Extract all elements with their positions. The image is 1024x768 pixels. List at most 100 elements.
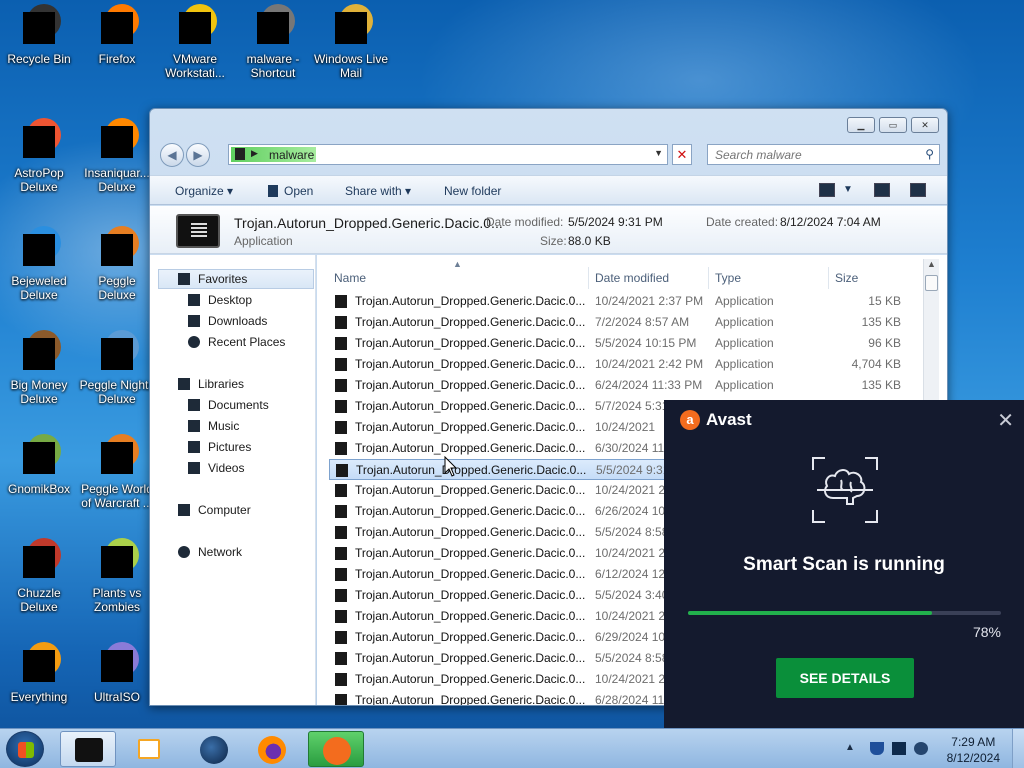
show-desktop-button[interactable] [1012,729,1024,768]
start-button[interactable] [6,731,44,767]
desktop-icon-item[interactable]: Windows Live Mail [312,4,390,80]
game-icon [95,538,139,582]
close-icon[interactable]: ✕ [997,408,1014,433]
application-icon [335,379,347,392]
desktop-icon-item[interactable]: malware - Shortcut [234,4,312,80]
share-with-button[interactable]: Share with ▾ [345,184,411,198]
nav-music[interactable]: Music [188,419,239,433]
file-date: 7/2/2024 8:57 AM [595,315,690,329]
file-date: 6/29/2024 10: [595,630,669,644]
open-button[interactable]: Open [268,184,313,198]
desktop-icon-item[interactable]: Insaniquar... Deluxe [78,118,156,194]
file-date: 10/24/2021 2: [595,483,669,497]
forward-button[interactable]: ▶ [186,143,210,167]
scrollbar-thumb[interactable] [925,275,938,291]
taskbar-avast[interactable] [308,731,364,767]
desktop-icon-item[interactable]: Chuzzle Deluxe [0,538,78,614]
column-divider[interactable] [828,267,829,289]
folder-icon [75,738,103,762]
clock[interactable]: 7:29 AM 8/12/2024 [947,734,1000,766]
file-row[interactable]: Trojan.Autorun_Dropped.Generic.Dacic.0..… [329,291,919,312]
file-row[interactable]: Trojan.Autorun_Dropped.Generic.Dacic.0..… [329,333,919,354]
selected-file-type: Application [234,234,293,248]
file-row[interactable]: Trojan.Autorun_Dropped.Generic.Dacic.0..… [329,354,919,375]
desktop-icon-item[interactable]: AstroPop Deluxe [0,118,78,194]
file-name: Trojan.Autorun_Dropped.Generic.Dacic.0..… [355,357,586,371]
nav-pictures[interactable]: Pictures [188,440,251,454]
nav-recent-places[interactable]: Recent Places [188,335,285,349]
taskbar-media-player[interactable] [122,731,178,767]
back-button[interactable]: ◀ [160,143,184,167]
breadcrumb-arrow-icon[interactable]: ▶ [251,148,258,159]
desktop-icon-item[interactable]: Recycle Bin [0,4,78,66]
shield-icon[interactable] [870,742,884,755]
desktop-icon-item[interactable]: UltraISO [78,642,156,704]
nav-libraries[interactable]: Libraries [178,377,244,391]
see-details-button[interactable]: SEE DETAILS [776,658,914,698]
nav-computer[interactable]: Computer [178,503,251,517]
column-divider[interactable] [588,267,589,289]
scroll-up-icon[interactable]: ▲ [927,259,936,269]
close-button[interactable]: ✕ [911,117,939,133]
column-name[interactable]: Name [334,271,366,289]
application-icon [335,358,347,371]
address-path[interactable]: malware [269,148,314,162]
preview-pane-icon[interactable] [874,183,890,197]
search-input[interactable] [708,145,908,164]
avast-notification[interactable]: a Avast ✕ Smart Scan is running 78% SEE … [664,400,1024,728]
nav-desktop[interactable]: Desktop [188,293,252,307]
column-type[interactable]: Type [715,271,741,289]
search-box[interactable]: ⚲ [707,144,940,165]
application-icon [335,526,347,539]
scan-progress-fill [688,611,933,615]
desktop-icon-item[interactable]: Peggle Nights Deluxe [78,330,156,406]
view-options-icon[interactable] [819,183,835,197]
videos-icon [188,462,200,474]
stop-button[interactable]: ✕ [672,144,692,165]
maximize-button[interactable]: ▭ [879,117,907,133]
column-size[interactable]: Size [835,271,858,289]
recent-places-icon [188,336,200,348]
desktop-icon-item[interactable]: Peggle Deluxe [78,226,156,302]
taskbar-firefox[interactable] [245,731,301,767]
desktop-icon-item[interactable]: Peggle World of Warcraft ... [78,434,156,510]
nav-videos[interactable]: Videos [188,461,244,475]
show-hidden-icons[interactable]: ▲ [845,742,859,755]
file-row[interactable]: Trojan.Autorun_Dropped.Generic.Dacic.0..… [329,375,919,396]
column-divider[interactable] [708,267,709,289]
file-name: Trojan.Autorun_Dropped.Generic.Dacic.0..… [355,504,586,518]
new-folder-button[interactable]: New folder [444,184,501,198]
taskbar-ie[interactable] [186,731,242,767]
view-dropdown-icon[interactable]: ▼ [843,184,853,195]
file-date: 10/24/2021 2: [595,609,669,623]
search-icon[interactable]: ⚲ [925,147,934,161]
desktop-icon-item[interactable]: Everything [0,642,78,704]
minimize-button[interactable]: ▁ [847,117,875,133]
file-row[interactable]: Trojan.Autorun_Dropped.Generic.Dacic.0..… [329,312,919,333]
date-created-value: 8/12/2024 7:04 AM [780,215,881,229]
address-bar[interactable]: ▶ malware ▼ [228,144,668,165]
file-date: 6/24/2024 11:33 PM [595,378,703,392]
volume-icon[interactable] [914,742,928,755]
nav-network[interactable]: Network [178,545,242,559]
nav-documents[interactable]: Documents [188,398,269,412]
desktop-icon-item[interactable]: VMware Workstati... [156,4,234,80]
desktop-icon-item[interactable]: Plants vs Zombies [78,538,156,614]
help-icon[interactable] [910,183,926,197]
chevron-down-icon[interactable]: ▼ [654,148,663,158]
taskbar-explorer[interactable] [60,731,116,767]
desktop-icon-item[interactable]: Big Money Deluxe [0,330,78,406]
desktop-icon-item[interactable]: GnomikBox [0,434,78,496]
column-date-modified[interactable]: Date modified [595,271,669,289]
monitor-icon[interactable] [892,742,906,755]
application-icon [335,295,347,308]
file-name: Trojan.Autorun_Dropped.Generic.Dacic.0..… [355,693,586,705]
nav-downloads[interactable]: Downloads [188,314,267,328]
desktop-icon-item[interactable]: Bejeweled Deluxe [0,226,78,302]
organize-button[interactable]: Organize ▾ [175,184,233,198]
nav-favorites[interactable]: Favorites [178,272,247,286]
desktop-icon-item[interactable]: Firefox [78,4,156,66]
desktop-icon-label: Bejeweled Deluxe [11,274,67,302]
media-player-icon [138,739,160,759]
file-date: 6/30/2024 11: [595,441,668,455]
